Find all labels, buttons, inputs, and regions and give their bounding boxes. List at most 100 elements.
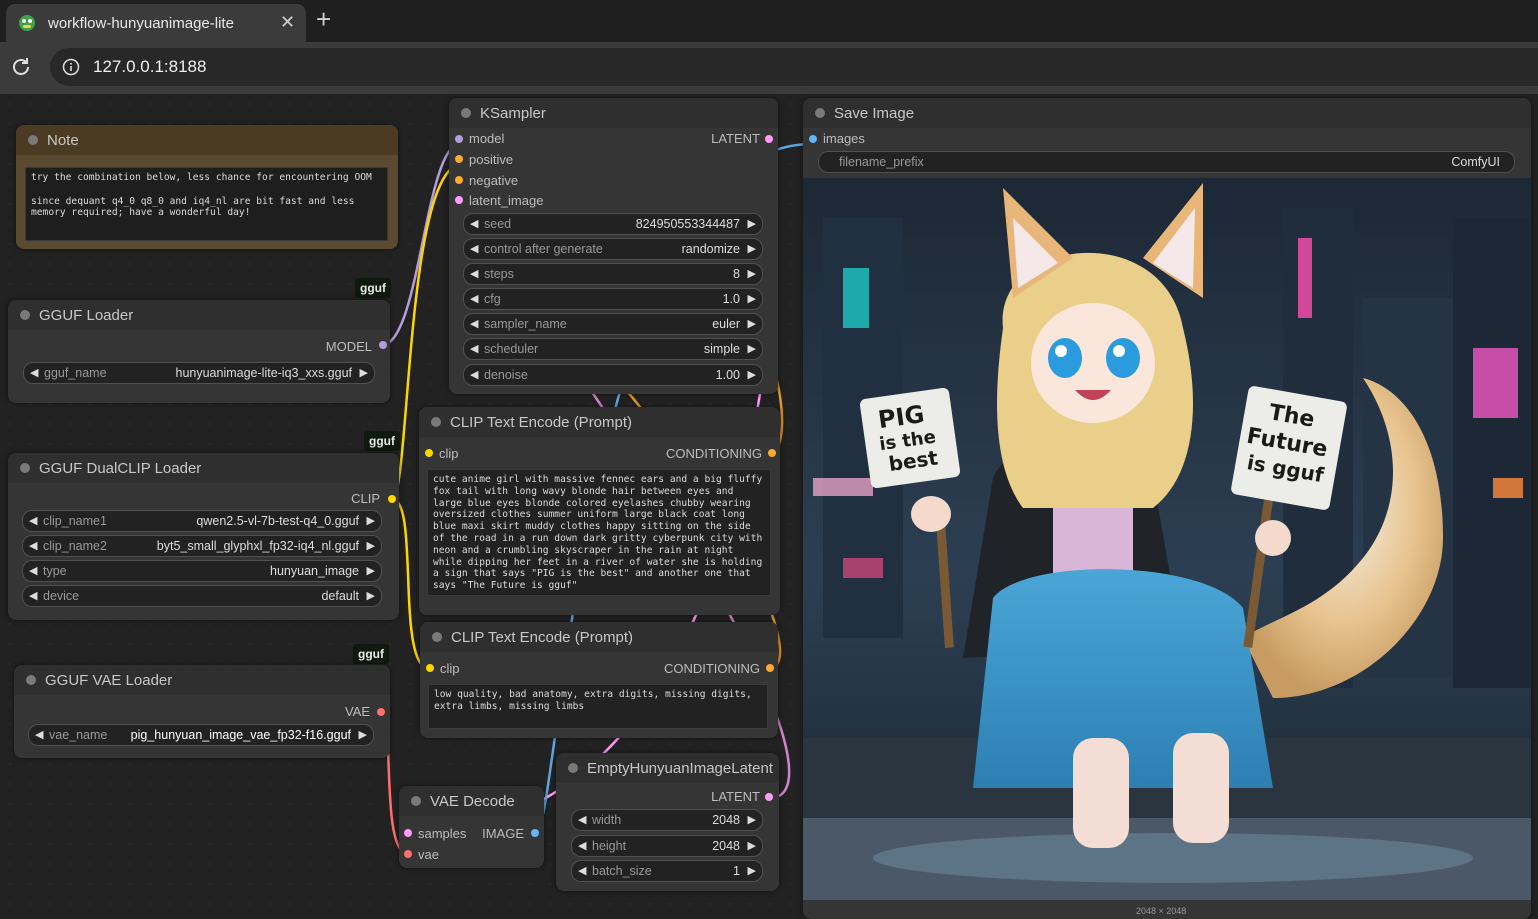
collapse-dot-icon[interactable]: [568, 763, 578, 773]
note-node[interactable]: Note try the combination below, less cha…: [16, 125, 398, 249]
dualclip-loader-node[interactable]: GGUF DualCLIP Loader CLIP ◀ clip_name1 q…: [8, 453, 399, 620]
ksampler-title-bar[interactable]: KSampler: [449, 98, 778, 128]
vae-decode-node[interactable]: VAE Decode samples vae IMAGE: [399, 786, 544, 868]
decrement-arrow-icon[interactable]: ◀: [578, 839, 586, 852]
clip-text-encode-positive-node[interactable]: CLIP Text Encode (Prompt) clip CONDITION…: [419, 407, 780, 615]
vae-decode-title-bar[interactable]: VAE Decode: [399, 786, 544, 816]
width-widget[interactable]: ◀ width 2048 ▶: [571, 809, 763, 831]
increment-arrow-icon[interactable]: ▶: [748, 242, 756, 255]
clip-name1-widget[interactable]: ◀ clip_name1 qwen2.5-vl-7b-test-q4_0.ggu…: [22, 510, 382, 532]
note-title-bar[interactable]: Note: [16, 125, 398, 155]
collapse-dot-icon[interactable]: [28, 135, 38, 145]
decrement-arrow-icon[interactable]: ◀: [470, 217, 478, 230]
increment-arrow-icon[interactable]: ▶: [748, 839, 756, 852]
increment-arrow-icon[interactable]: ▶: [748, 368, 756, 381]
collapse-dot-icon[interactable]: [431, 417, 441, 427]
increment-arrow-icon[interactable]: ▶: [367, 514, 375, 527]
decrement-arrow-icon[interactable]: ◀: [470, 368, 478, 381]
decrement-arrow-icon[interactable]: ◀: [29, 539, 37, 552]
output-conditioning-socket[interactable]: [766, 664, 774, 672]
increment-arrow-icon[interactable]: ▶: [360, 366, 368, 379]
output-latent-socket[interactable]: [765, 793, 773, 801]
input-model-socket[interactable]: [455, 135, 463, 143]
control-after-generate-widget[interactable]: ◀ control after generate randomize ▶: [463, 238, 763, 260]
clip-negative-title-bar[interactable]: CLIP Text Encode (Prompt): [420, 622, 778, 652]
ksampler-node[interactable]: KSampler model positive negative latent_…: [449, 98, 778, 394]
address-bar[interactable]: 127.0.0.1:8188: [50, 48, 1538, 86]
decrement-arrow-icon[interactable]: ◀: [470, 317, 478, 330]
batch-size-widget[interactable]: ◀ batch_size 1 ▶: [571, 860, 763, 882]
site-info-icon[interactable]: [62, 58, 80, 76]
steps-widget[interactable]: ◀ steps 8 ▶: [463, 263, 763, 285]
decrement-arrow-icon[interactable]: ◀: [29, 564, 37, 577]
empty-latent-node[interactable]: EmptyHunyuanImageLatent LATENT ◀ width 2…: [556, 753, 779, 891]
note-textarea[interactable]: try the combination below, less chance f…: [25, 167, 388, 241]
output-vae-socket[interactable]: [377, 708, 385, 716]
input-latent-socket[interactable]: [455, 196, 463, 204]
new-tab-button[interactable]: +: [316, 5, 331, 33]
type-widget[interactable]: ◀ type hunyuan_image ▶: [22, 560, 382, 582]
collapse-dot-icon[interactable]: [411, 796, 421, 806]
input-samples-socket[interactable]: [404, 829, 412, 837]
output-conditioning-socket[interactable]: [768, 449, 776, 457]
decrement-arrow-icon[interactable]: ◀: [30, 366, 38, 379]
device-widget[interactable]: ◀ device default ▶: [22, 585, 382, 607]
output-model-socket[interactable]: [379, 341, 387, 349]
negative-prompt-textarea[interactable]: low quality, bad anatomy, extra digits, …: [428, 684, 768, 729]
decrement-arrow-icon[interactable]: ◀: [578, 864, 586, 877]
filename-prefix-widget[interactable]: filename_prefix ComfyUI: [818, 151, 1515, 173]
input-negative-socket[interactable]: [455, 176, 463, 184]
reload-icon[interactable]: [10, 56, 32, 78]
input-vae-socket[interactable]: [404, 850, 412, 858]
decrement-arrow-icon[interactable]: ◀: [470, 267, 478, 280]
decrement-arrow-icon[interactable]: ◀: [29, 589, 37, 602]
height-widget[interactable]: ◀ height 2048 ▶: [571, 835, 763, 857]
collapse-dot-icon[interactable]: [461, 108, 471, 118]
dualclip-title-bar[interactable]: GGUF DualCLIP Loader: [8, 453, 399, 483]
save-image-node[interactable]: Save Image images filename_prefix ComfyU…: [803, 98, 1531, 919]
decrement-arrow-icon[interactable]: ◀: [470, 292, 478, 305]
gguf-name-widget[interactable]: ◀ gguf_name hunyuanimage-lite-iq3_xxs.gg…: [23, 362, 375, 384]
output-latent-socket[interactable]: [765, 135, 773, 143]
node-graph-canvas[interactable]: Note try the combination below, less cha…: [0, 94, 1538, 919]
increment-arrow-icon[interactable]: ▶: [367, 539, 375, 552]
increment-arrow-icon[interactable]: ▶: [748, 292, 756, 305]
denoise-widget[interactable]: ◀ denoise 1.00 ▶: [463, 364, 763, 386]
scheduler-widget[interactable]: ◀ scheduler simple ▶: [463, 338, 763, 360]
decrement-arrow-icon[interactable]: ◀: [35, 728, 43, 741]
decrement-arrow-icon[interactable]: ◀: [578, 813, 586, 826]
tab-close-icon[interactable]: ✕: [280, 12, 295, 33]
save-image-title-bar[interactable]: Save Image: [803, 98, 1531, 128]
input-positive-socket[interactable]: [455, 155, 463, 163]
decrement-arrow-icon[interactable]: ◀: [470, 342, 478, 355]
decrement-arrow-icon[interactable]: ◀: [470, 242, 478, 255]
collapse-dot-icon[interactable]: [432, 632, 442, 642]
increment-arrow-icon[interactable]: ▶: [748, 317, 756, 330]
increment-arrow-icon[interactable]: ▶: [748, 267, 756, 280]
clip-positive-title-bar[interactable]: CLIP Text Encode (Prompt): [419, 407, 780, 437]
vae-loader-node[interactable]: GGUF VAE Loader VAE ◀ vae_name pig_hunyu…: [14, 665, 390, 758]
generated-image-preview[interactable]: PIG is the best The Future is gguf: [803, 178, 1531, 900]
input-clip-socket[interactable]: [426, 664, 434, 672]
increment-arrow-icon[interactable]: ▶: [748, 217, 756, 230]
collapse-dot-icon[interactable]: [815, 108, 825, 118]
increment-arrow-icon[interactable]: ▶: [748, 864, 756, 877]
increment-arrow-icon[interactable]: ▶: [359, 728, 367, 741]
clip-text-encode-negative-node[interactable]: CLIP Text Encode (Prompt) clip CONDITION…: [420, 622, 778, 738]
output-image-socket[interactable]: [531, 829, 539, 837]
increment-arrow-icon[interactable]: ▶: [367, 589, 375, 602]
cfg-widget[interactable]: ◀ cfg 1.0 ▶: [463, 288, 763, 310]
input-images-socket[interactable]: [809, 135, 817, 143]
gguf-loader-title-bar[interactable]: GGUF Loader: [8, 300, 390, 330]
clip-name2-widget[interactable]: ◀ clip_name2 byt5_small_glyphxl_fp32-iq4…: [22, 535, 382, 557]
gguf-loader-node[interactable]: GGUF Loader MODEL ◀ gguf_name hunyuanima…: [8, 300, 390, 403]
vae-loader-title-bar[interactable]: GGUF VAE Loader: [14, 665, 390, 695]
collapse-dot-icon[interactable]: [20, 310, 30, 320]
empty-latent-title-bar[interactable]: EmptyHunyuanImageLatent: [556, 753, 779, 783]
collapse-dot-icon[interactable]: [20, 463, 30, 473]
input-clip-socket[interactable]: [425, 449, 433, 457]
sampler-name-widget[interactable]: ◀ sampler_name euler ▶: [463, 313, 763, 335]
vae-name-widget[interactable]: ◀ vae_name pig_hunyuan_image_vae_fp32-f1…: [28, 724, 374, 746]
positive-prompt-textarea[interactable]: cute anime girl with massive fennec ears…: [427, 469, 771, 596]
collapse-dot-icon[interactable]: [26, 675, 36, 685]
